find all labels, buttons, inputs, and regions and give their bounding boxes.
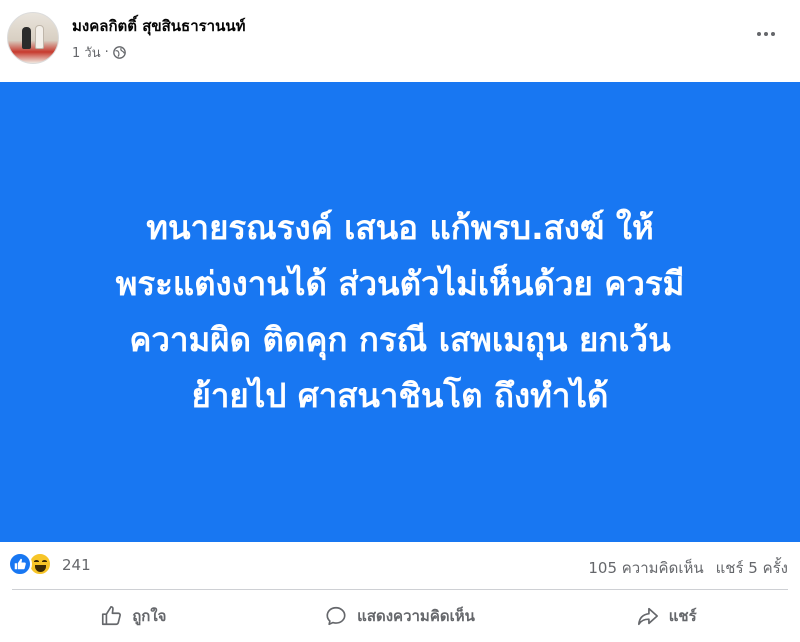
post-image-text: ทนายรณรงค์ เสนอ แก้พรบ.สงฆ์ ให้ พระแต่งง…: [20, 200, 780, 424]
share-button[interactable]: แชร์: [533, 592, 800, 640]
globe-icon: [112, 46, 126, 59]
reaction-count[interactable]: 241: [62, 556, 91, 574]
image-text-line: ความผิด ติดคุก กรณี เสพเมถุน ยกเว้น: [129, 320, 671, 359]
reaction-icons[interactable]: [8, 552, 52, 576]
share-icon: [637, 607, 658, 626]
share-count[interactable]: แชร์ 5 ครั้ง: [716, 556, 788, 580]
author-name[interactable]: มงคลกิตติ์ สุขสินธารานนท์: [72, 14, 246, 38]
reactions-bar: 241 105 ความคิดเห็น แชร์ 5 ครั้ง: [0, 548, 800, 582]
more-options-button[interactable]: [748, 22, 784, 46]
like-reaction-icon: [8, 552, 32, 576]
image-text-line: พระแต่งงานได้ ส่วนตัวไม่เห็นด้วย ควรมี: [115, 264, 685, 303]
comment-button[interactable]: แสดงความคิดเห็น: [267, 592, 534, 640]
post-image[interactable]: ทนายรณรงค์ เสนอ แก้พรบ.สงฆ์ ให้ พระแต่งง…: [0, 82, 800, 542]
avatar[interactable]: [7, 12, 59, 64]
image-text-line: ทนายรณรงค์ เสนอ แก้พรบ.สงฆ์ ให้: [146, 208, 654, 247]
like-label: ถูกใจ: [132, 607, 167, 625]
comment-label: แสดงความคิดเห็น: [357, 607, 475, 625]
engagement-stats: 105 ความคิดเห็น แชร์ 5 ครั้ง: [588, 556, 788, 580]
divider: [12, 589, 788, 590]
comment-icon: [326, 606, 346, 626]
thumbs-up-icon: [102, 606, 122, 626]
post-time[interactable]: 1 วัน: [72, 42, 101, 63]
post-meta: 1 วัน ·: [72, 42, 126, 63]
meta-separator: ·: [104, 45, 109, 60]
comment-count[interactable]: 105 ความคิดเห็น: [588, 556, 703, 580]
action-bar: ถูกใจ แสดงความคิดเห็น แชร์: [0, 592, 800, 640]
post-header: มงคลกิตติ์ สุขสินธารานนท์ 1 วัน ·: [0, 0, 800, 82]
like-button[interactable]: ถูกใจ: [0, 592, 267, 640]
image-text-line: ย้ายไป ศาสนาชินโต ถึงทำได้: [191, 376, 609, 415]
share-label: แชร์: [668, 607, 697, 625]
